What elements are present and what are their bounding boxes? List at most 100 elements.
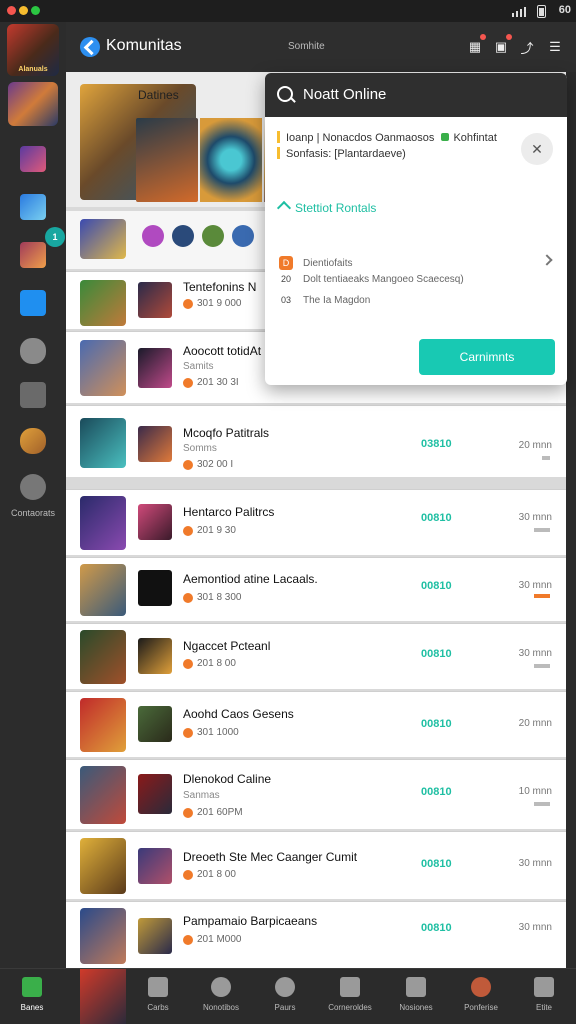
popup-option-3[interactable]: 03 The Ia Magdon: [279, 293, 370, 307]
item-title: Mcoqfo Patitrals: [183, 426, 270, 440]
popup-link[interactable]: Stettiot Rontals: [276, 200, 376, 216]
rail-item-3[interactable]: [20, 242, 46, 268]
chip-avatar-1[interactable]: [142, 225, 164, 247]
meta-dot-icon: [183, 869, 193, 880]
item-title: Dlenokod Caline: [183, 772, 272, 786]
item-meta: 301 9 000: [183, 298, 242, 309]
item-meta-text: 301 9 000: [197, 298, 242, 309]
nav-item-home[interactable]: Banes: [0, 969, 64, 1024]
item-price: 00810: [421, 512, 452, 524]
game-thumb: [80, 908, 126, 964]
mail-icon: [534, 977, 554, 997]
meta-dot-icon: [183, 459, 193, 470]
item-meta: 302 00 I: [183, 459, 233, 470]
game-mini-thumb: [138, 348, 172, 388]
list-item[interactable]: Aoohd Caos Gesens 301 1000 00810 20 mnn: [66, 691, 566, 757]
bottom-nav: Banes Carbs Nonotibos Paurs Corneroldes …: [0, 968, 576, 1024]
item-title: Tentefonins N: [183, 280, 257, 294]
close-window-dot[interactable]: [7, 6, 16, 15]
item-time: 30 mnn: [518, 512, 552, 523]
item-meta-text: 201 30 3I: [197, 377, 239, 388]
rail-item-game-icon[interactable]: [20, 428, 46, 454]
close-icon[interactable]: ✕: [521, 133, 553, 165]
wrench-icon[interactable]: ⤴: [516, 36, 538, 58]
minimize-window-dot[interactable]: [19, 6, 28, 15]
featured-label: Datines: [138, 88, 179, 102]
list-item[interactable]: Aemontiod atine Lacaals. 301 8 300 00810…: [66, 557, 566, 621]
list-item[interactable]: Ngaccet Pcteanl 201 8 00 00810 30 mnn: [66, 623, 566, 689]
nav-item-document[interactable]: Corneroldes: [318, 969, 382, 1024]
rail-item-code-icon[interactable]: [20, 290, 46, 316]
header-center-text: Somhite: [288, 41, 325, 52]
nav-item-profile[interactable]: Ponferise: [449, 969, 513, 1024]
popup-option-2[interactable]: 20 Dolt tentiaeaks Mangoeo Scaecesq): [279, 272, 464, 286]
popup-confirm-button[interactable]: Carnimnts: [419, 339, 555, 375]
option-number: 03: [280, 295, 291, 305]
item-price: 00810: [421, 648, 452, 660]
list-item[interactable]: Hentarco Palitrcs 201 9 30 00810 30 mnn: [66, 489, 566, 555]
nav-label: Nosiones: [399, 1003, 433, 1012]
rail-item-2[interactable]: [20, 194, 46, 220]
store-badge: [480, 34, 486, 40]
rail-item-1[interactable]: [20, 146, 46, 172]
item-title: Pampamaio Barpicaeans: [183, 914, 318, 928]
chip-avatar-3[interactable]: [202, 225, 224, 247]
rail-item-store-icon[interactable]: [20, 382, 46, 408]
chip-avatar-4[interactable]: [232, 225, 254, 247]
meta-dot-icon: [183, 377, 193, 388]
list-item[interactable]: Dlenokod Caline Sanmas 201 60PM 00810 10…: [66, 759, 566, 829]
list-item[interactable]: Mcoqfo Patitrals Somms 302 00 I 03810 20…: [66, 405, 566, 477]
game-mini-thumb: [138, 426, 172, 462]
featured-art-image-2: [136, 118, 198, 202]
maximize-window-dot[interactable]: [31, 6, 40, 15]
nav-label: Ponferise: [464, 1003, 498, 1012]
item-price: 03810: [421, 438, 452, 450]
compass-icon: [211, 977, 231, 997]
list-item[interactable]: Pampamaio Barpicaeans 201 M000 00810 30 …: [66, 901, 566, 968]
battery-icon: [537, 5, 546, 18]
item-status-icon: [534, 802, 550, 806]
item-meta: 201 9 30: [183, 525, 236, 536]
item-meta-text: 201 8 00: [197, 869, 236, 880]
nav-item-compass[interactable]: Nonotibos: [189, 969, 253, 1024]
item-time: 20 mnn: [518, 440, 552, 451]
item-meta-text: 201 60PM: [197, 807, 243, 818]
signal-icon: [512, 7, 526, 17]
rail-game-cover[interactable]: Alanuals: [7, 24, 59, 76]
rail-notification-badge: 1: [45, 227, 65, 247]
option-text: Dientiofaits: [303, 257, 353, 269]
game-mini-thumb: [138, 848, 172, 884]
list-item[interactable]: Dreoeth Ste Mec Caanger Cumit 201 8 00 0…: [66, 831, 566, 899]
rail-item-profile-icon[interactable]: [20, 474, 46, 500]
notification-badge: [506, 34, 512, 40]
meta-dot-icon: [183, 807, 193, 818]
search-icon[interactable]: [277, 86, 293, 102]
game-thumb: [80, 496, 126, 550]
item-status-icon: [534, 664, 550, 668]
chip-avatar-2[interactable]: [172, 225, 194, 247]
item-title: Ngaccet Pcteanl: [183, 639, 271, 653]
option-number: 20: [280, 274, 291, 284]
game-thumb: [80, 766, 126, 824]
item-time: 30 mnn: [518, 922, 552, 933]
accent-bar: [277, 131, 280, 143]
item-subtitle: Samits: [183, 361, 214, 372]
chips-game-thumb[interactable]: [80, 219, 126, 259]
featured-art-image-3: [200, 118, 262, 202]
item-title: Aoocott totidAt 1: [183, 344, 272, 358]
game-mini-thumb: [138, 570, 172, 606]
chevron-right-icon[interactable]: [541, 254, 553, 266]
item-time: 30 mnn: [518, 648, 552, 659]
popup-option-1[interactable]: D Dientiofaits: [279, 256, 352, 270]
rail-game-thumb[interactable]: [8, 82, 58, 126]
nav-item-mail[interactable]: Etite: [512, 969, 576, 1024]
nav-item-box[interactable]: Nosiones: [384, 969, 448, 1024]
nav-item-cards[interactable]: Carbs: [126, 969, 190, 1024]
meta-dot-icon: [183, 934, 193, 945]
rail-item-chat-icon[interactable]: [20, 338, 46, 364]
nav-label: Paurs: [274, 1003, 296, 1012]
item-price: 00810: [421, 922, 452, 934]
nav-game-art[interactable]: [80, 969, 126, 1024]
nav-item-globe[interactable]: Paurs: [253, 969, 317, 1024]
menu-icon[interactable]: ☰: [544, 36, 566, 58]
